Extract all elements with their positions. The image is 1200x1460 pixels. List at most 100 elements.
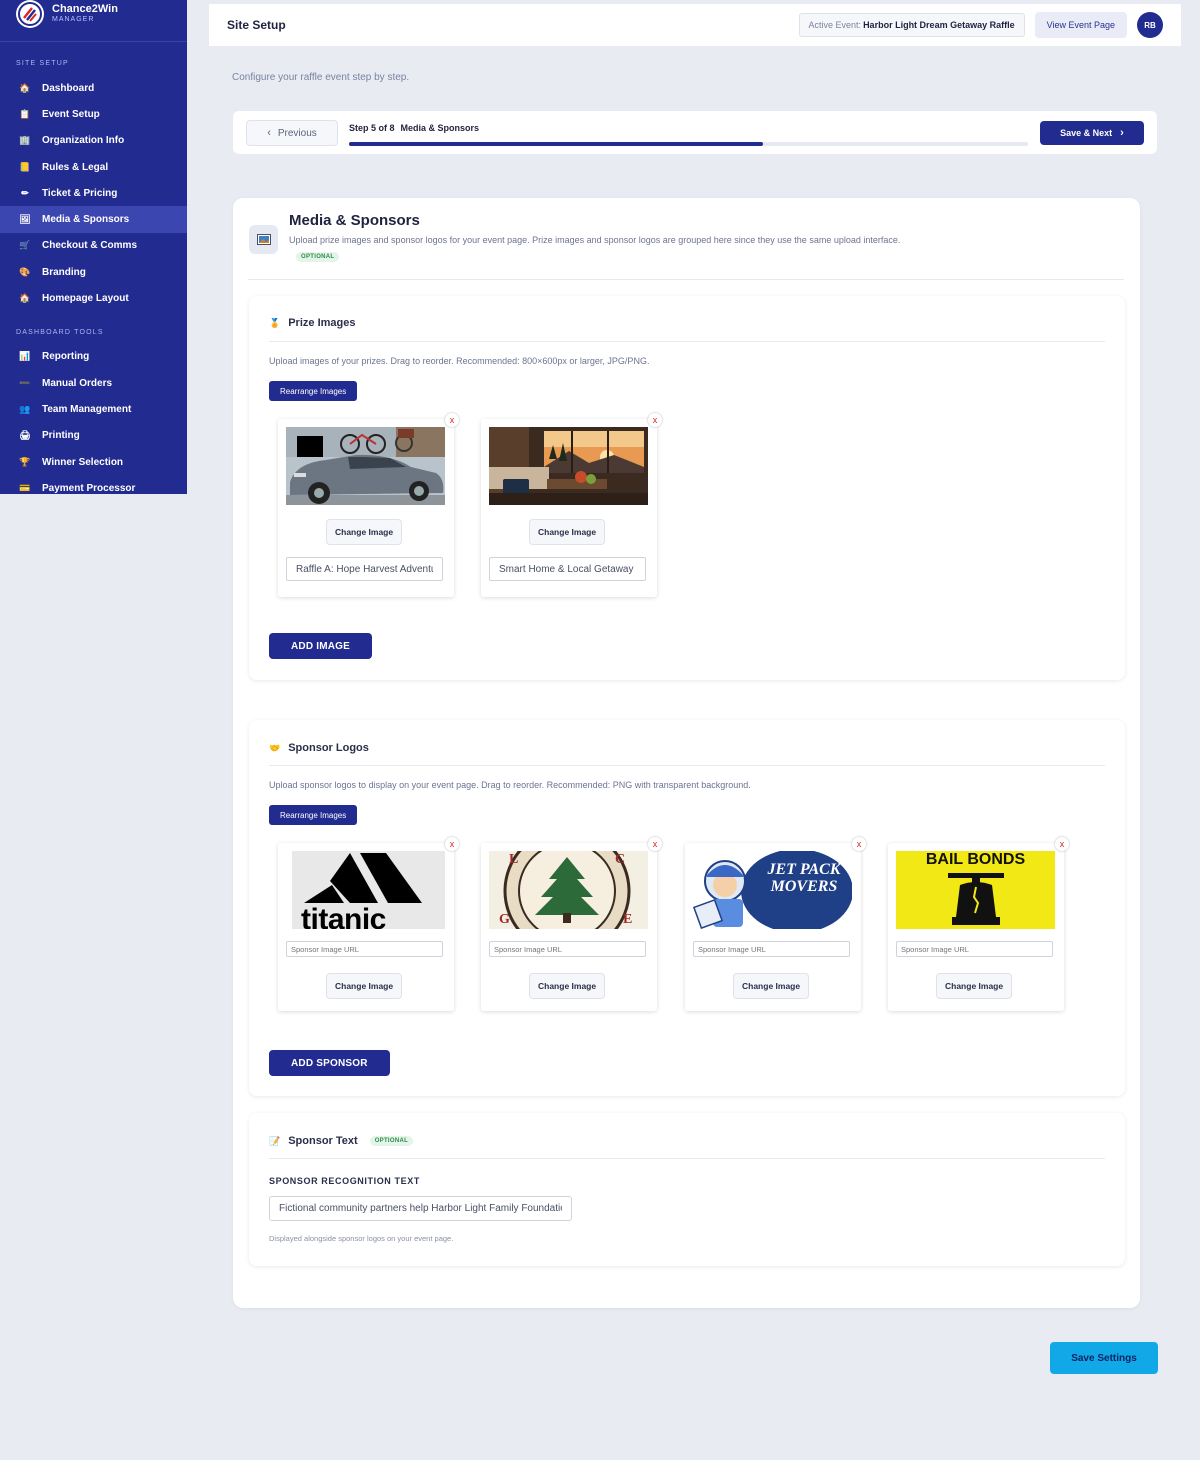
prize-images-title-text: Prize Images [288, 317, 356, 329]
sidebar-item-label: Homepage Layout [42, 293, 129, 305]
divider [248, 279, 1124, 280]
remove-prize-image-button[interactable]: x [648, 413, 662, 427]
sponsor-logo-tile[interactable]: x titanic Change Image [278, 837, 459, 1011]
optional-badge: OPTIONAL [296, 252, 340, 262]
titanic-logo-text: titanic [301, 903, 386, 930]
sponsor-logo-tile[interactable]: x JET PACK MOVERS Change Image [685, 837, 866, 1011]
remove-sponsor-button[interactable]: x [648, 837, 662, 851]
change-sponsor-image-button[interactable]: Change Image [326, 973, 403, 999]
image-icon: 🖼 [19, 214, 31, 225]
prize-images-section: 🏅 Prize Images Upload images of your pri… [249, 296, 1125, 680]
divider [269, 1158, 1105, 1159]
sidebar-item-media-sponsors[interactable]: 🖼 Media & Sponsors [0, 206, 187, 233]
change-prize-image-button[interactable]: Change Image [529, 519, 606, 545]
sponsor-logos-title-text: Sponsor Logos [288, 742, 369, 754]
sidebar-item-manual-orders[interactable]: ➖ Manual Orders [0, 370, 187, 396]
sidebar-item-dashboard[interactable]: 🏠 Dashboard [0, 75, 187, 101]
chart-icon: 📊 [19, 351, 31, 362]
change-prize-image-button[interactable]: Change Image [326, 519, 403, 545]
sidebar-item-label: Media & Sponsors [42, 214, 130, 226]
sponsor-recognition-label: SPONSOR RECOGNITION TEXT [269, 1176, 420, 1186]
rearrange-prize-images-button[interactable]: Rearrange Images [269, 381, 358, 401]
change-sponsor-image-button[interactable]: Change Image [529, 973, 606, 999]
top-header: Site Setup Active Event: Harbor Light Dr… [209, 4, 1181, 46]
sponsor-image-url-input[interactable] [896, 941, 1053, 957]
divider [269, 765, 1105, 766]
remove-sponsor-button[interactable]: x [445, 837, 459, 851]
change-sponsor-image-button[interactable]: Change Image [733, 973, 810, 999]
remove-sponsor-button[interactable]: x [1055, 837, 1069, 851]
sidebar-item-branding[interactable]: 🎨 Branding [0, 259, 187, 285]
sidebar-item-payment-processor[interactable]: 💳 Payment Processor [0, 475, 187, 494]
sponsor-logo-tile[interactable]: x BAIL BONDS Change Image [888, 837, 1069, 1011]
brand-subtitle: MANAGER [52, 16, 95, 23]
view-event-page-button[interactable]: View Event Page [1034, 12, 1127, 38]
sidebar-item-team-management[interactable]: 👥 Team Management [0, 396, 187, 422]
page-title: Site Setup [227, 18, 286, 32]
sidebar-item-label: Team Management [42, 403, 132, 415]
add-sponsor-button[interactable]: ADD SPONSOR [269, 1050, 390, 1076]
save-settings-button[interactable]: Save Settings [1050, 1342, 1158, 1374]
sponsor-logos-description: Upload sponsor logos to display on your … [269, 780, 751, 790]
prize-caption-input[interactable] [489, 557, 646, 581]
jetpack-movers-logo: JET PACK MOVERS [693, 851, 852, 929]
prize-caption-input[interactable] [286, 557, 443, 581]
pen-icon: ➖ [19, 377, 31, 388]
sidebar-item-label: Printing [42, 430, 80, 442]
step-progress-fill [349, 142, 764, 146]
sidebar-item-label: Payment Processor [42, 482, 136, 494]
prize-images-title: 🏅 Prize Images [269, 317, 355, 329]
remove-prize-image-button[interactable]: x [445, 413, 459, 427]
sidebar-item-printing[interactable]: 🖨 Printing [0, 423, 187, 449]
car-and-bikes-photo [286, 427, 445, 505]
sponsor-logo-tile[interactable]: x L C G E Change Image [481, 837, 662, 1011]
prize-image-tile[interactable]: x Change Image Smart Home & Local Getawa… [481, 413, 662, 597]
sponsor-image-url-input[interactable] [286, 941, 443, 957]
sponsor-image-url-input[interactable] [693, 941, 850, 957]
sidebar-item-event-setup[interactable]: 📋 Event Setup [0, 101, 187, 127]
sponsor-text-title-text: Sponsor Text [288, 1135, 358, 1147]
cart-icon: 🛒 [19, 240, 31, 251]
chance2win-logo-icon [16, 0, 44, 28]
sidebar-item-label: Dashboard [42, 82, 95, 94]
sponsor-image-url-input[interactable] [489, 941, 646, 957]
sidebar-item-checkout-comms[interactable]: 🛒 Checkout & Comms [0, 233, 187, 259]
sidebar-item-homepage-layout[interactable]: 🏠 Homepage Layout [0, 285, 187, 311]
page-subtitle: Configure your raffle event step by step… [232, 72, 410, 83]
home-icon: 🏠 [19, 82, 31, 93]
remove-sponsor-button[interactable]: x [852, 837, 866, 851]
change-sponsor-image-button[interactable]: Change Image [936, 973, 1013, 999]
add-image-button[interactable]: ADD IMAGE [269, 633, 373, 659]
sponsor-recognition-input[interactable] [269, 1196, 572, 1221]
green-tree-seal-logo: L C G E [489, 851, 648, 929]
svg-text:G: G [499, 912, 510, 927]
save-and-next-button[interactable]: Save & Next › [1040, 121, 1144, 145]
sidebar-item-label: Branding [42, 266, 86, 278]
sidebar-item-rules-legal[interactable]: 📒 Rules & Legal [0, 154, 187, 180]
save-and-next-label: Save & Next [1060, 128, 1113, 138]
section-description: Upload prize images and sponsor logos fo… [289, 235, 901, 245]
sidebar-item-organization-info[interactable]: 🏢 Organization Info [0, 128, 187, 154]
brand[interactable]: Chance2Win MANAGER [0, 0, 187, 42]
sponsor-text-section: 📝 Sponsor Text OPTIONAL SPONSOR RECOGNIT… [249, 1113, 1125, 1266]
sponsor-text-title: 📝 Sponsor Text OPTIONAL [269, 1135, 414, 1147]
user-avatar[interactable]: RB [1137, 12, 1163, 38]
step-navigator: ‹ Previous Step 5 of 8 Media & Sponsors S… [233, 111, 1157, 154]
sidebar-item-label: Event Setup [42, 108, 100, 120]
active-event-indicator: Active Event: Harbor Light Dream Getaway… [798, 13, 1025, 37]
previous-button[interactable]: ‹ Previous [246, 120, 338, 146]
rearrange-sponsor-logos-button[interactable]: Rearrange Images [269, 805, 358, 825]
jetpack-movers-logo-text: JET PACK MOVERS [767, 861, 841, 895]
sidebar-item-reporting[interactable]: 📊 Reporting [0, 344, 187, 370]
sidebar-item-ticket-pricing[interactable]: ✏ Ticket & Pricing [0, 180, 187, 206]
active-event-name: Harbor Light Dream Getaway Raffle [863, 20, 1015, 30]
sponsor-logos-title: 🤝 Sponsor Logos [269, 742, 369, 754]
team-icon: 👥 [19, 403, 31, 414]
sidebar-item-winner-selection[interactable]: 🏆 Winner Selection [0, 449, 187, 475]
divider [269, 341, 1105, 342]
previous-label: Previous [277, 127, 317, 139]
prize-image-tile[interactable]: x Change Image Raffle A: Hope Harvest Ad… [278, 413, 459, 597]
trophy-icon: 🏆 [19, 456, 31, 467]
sidebar-item-label: Manual Orders [42, 377, 113, 389]
printer-icon: 🖨 [19, 430, 31, 441]
